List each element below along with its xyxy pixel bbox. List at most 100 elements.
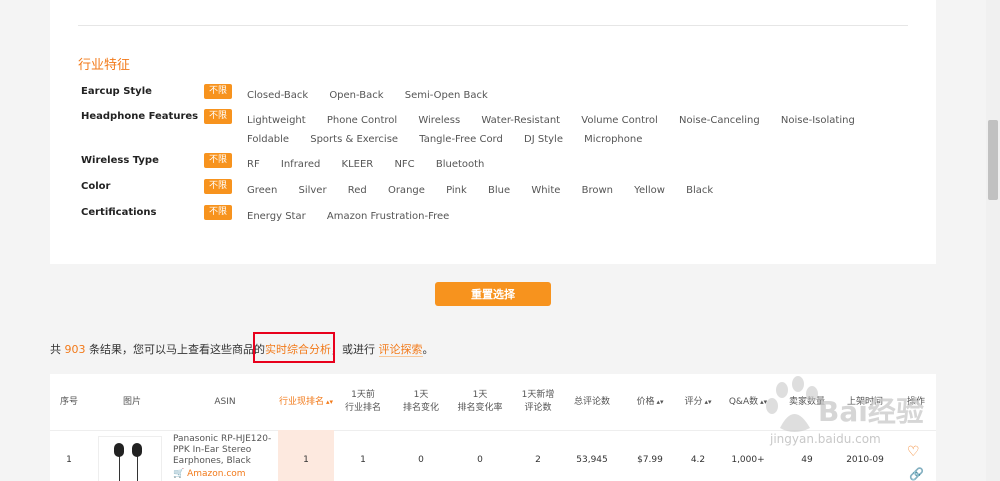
scrollbar-thumb[interactable] bbox=[988, 120, 998, 200]
filter-option[interactable]: Open-Back bbox=[329, 86, 383, 105]
filter-options: Lightweight Phone Control Wireless Water… bbox=[247, 111, 927, 149]
sort-icon[interactable]: ▴▾ bbox=[704, 396, 711, 409]
cell-rank-change-rate: 0 bbox=[477, 455, 483, 465]
result-count: 903 bbox=[64, 343, 86, 356]
cable-line bbox=[137, 455, 138, 481]
unlimited-badge[interactable]: 不限 bbox=[204, 84, 232, 99]
filter-label: Color bbox=[81, 181, 111, 192]
filter-panel: 行业特征 Earcup Style 不限 Closed-Back Open-Ba… bbox=[50, 0, 936, 264]
header-asin: ASIN bbox=[214, 396, 236, 407]
sort-icon[interactable]: ▴▾ bbox=[656, 396, 663, 409]
filter-option[interactable]: Phone Control bbox=[327, 111, 397, 130]
filter-option[interactable]: Semi-Open Back bbox=[405, 86, 488, 105]
filter-option[interactable]: Blue bbox=[488, 181, 510, 200]
filter-option[interactable]: Lightweight bbox=[247, 111, 306, 130]
filter-option[interactable]: Water-Resistant bbox=[481, 111, 560, 130]
filter-options: Closed-Back Open-Back Semi-Open Back bbox=[247, 86, 927, 105]
result-connector: ，或进行 bbox=[331, 343, 375, 356]
unlimited-badge[interactable]: 不限 bbox=[204, 109, 232, 124]
result-prefix: 共 bbox=[50, 343, 61, 356]
link-icon[interactable]: 🔗 bbox=[909, 467, 924, 481]
filter-label: Earcup Style bbox=[81, 86, 152, 97]
earbud-right bbox=[132, 443, 142, 457]
store-name: Amazon.com bbox=[187, 469, 246, 479]
filter-option[interactable]: Tangle-Free Cord bbox=[419, 130, 503, 149]
header-rating: 评分 ▴▾ bbox=[678, 374, 718, 430]
result-middle: 条结果，您可以马上查看这些商品的 bbox=[89, 343, 265, 356]
filter-option[interactable]: Red bbox=[348, 181, 367, 200]
result-suffix: 。 bbox=[422, 343, 434, 356]
filter-option[interactable]: Energy Star bbox=[247, 207, 306, 226]
cell-rank-1d: 1 bbox=[360, 455, 366, 465]
watermark-url: jingyan.baidu.com bbox=[770, 432, 881, 446]
filter-option[interactable]: RF bbox=[247, 155, 260, 174]
cell-new-reviews: 2 bbox=[535, 455, 541, 465]
cell-rank-change: 0 bbox=[418, 455, 424, 465]
header-rank-1d: 1天前 行业排名 bbox=[344, 390, 381, 413]
unlimited-badge[interactable]: 不限 bbox=[204, 153, 232, 168]
header-price: 价格 ▴▾ bbox=[630, 374, 670, 430]
filter-option[interactable]: Noise-Isolating bbox=[781, 111, 855, 130]
header-image: 图片 bbox=[122, 396, 141, 407]
cell-total-reviews: 53,945 bbox=[576, 455, 608, 465]
header-price-label: 价格 bbox=[636, 396, 655, 407]
filter-option[interactable]: Green bbox=[247, 181, 277, 200]
filter-option[interactable]: Pink bbox=[446, 181, 467, 200]
filter-option[interactable]: Bluetooth bbox=[436, 155, 485, 174]
unlimited-badge[interactable]: 不限 bbox=[204, 179, 232, 194]
header-rating-label: 评分 bbox=[684, 396, 703, 407]
filter-option[interactable]: Amazon Frustration-Free bbox=[327, 207, 449, 226]
earbud-left bbox=[114, 443, 124, 457]
divider bbox=[78, 25, 908, 26]
product-title[interactable]: Panasonic RP-HJE120-PPK In-Ear Stereo Ea… bbox=[173, 434, 271, 466]
filter-option[interactable]: Foldable bbox=[247, 130, 289, 149]
filter-option[interactable]: DJ Style bbox=[524, 130, 563, 149]
filter-option[interactable]: White bbox=[531, 181, 560, 200]
filter-option[interactable]: Brown bbox=[582, 181, 613, 200]
header-rank[interactable]: 行业现排名 ▴▾ bbox=[278, 374, 334, 430]
cart-icon: 🛒 bbox=[173, 469, 185, 479]
filter-option[interactable]: Yellow bbox=[634, 181, 665, 200]
header-index: 序号 bbox=[59, 396, 78, 407]
filter-option[interactable]: KLEER bbox=[342, 155, 374, 174]
cell-rating: 4.2 bbox=[690, 455, 706, 465]
annotation-highlight-box bbox=[253, 332, 335, 363]
header-rank-label: 行业现排名 bbox=[278, 396, 324, 407]
section-title: 行业特征 bbox=[78, 58, 131, 73]
filter-option[interactable]: Infrared bbox=[281, 155, 320, 174]
filter-option[interactable]: Orange bbox=[388, 181, 425, 200]
filter-option[interactable]: Closed-Back bbox=[247, 86, 308, 105]
cell-rank: 1 bbox=[303, 455, 309, 465]
sort-icon[interactable]: ▴▾ bbox=[326, 396, 333, 409]
cable-line bbox=[119, 455, 120, 481]
result-summary: 共 903 条结果，您可以马上查看这些商品的实时综合分析，或进行 评论探索。 bbox=[50, 341, 434, 357]
filter-option[interactable]: Wireless bbox=[418, 111, 460, 130]
filter-option[interactable]: Volume Control bbox=[581, 111, 658, 130]
header-rank-change-rate: 1天 排名变化率 bbox=[457, 390, 503, 413]
cell-price: $7.99 bbox=[637, 455, 663, 465]
filter-label: Certifications bbox=[81, 207, 157, 218]
header-new-reviews: 1天新增 评论数 bbox=[521, 390, 555, 413]
filter-option[interactable]: Sports & Exercise bbox=[310, 130, 398, 149]
header-qa-label: Q&A数 bbox=[728, 396, 759, 407]
filter-options: Green Silver Red Orange Pink Blue White … bbox=[247, 181, 927, 200]
watermark-brand: Bai经验 bbox=[818, 395, 924, 428]
store-link[interactable]: 🛒 Amazon.com bbox=[173, 469, 277, 480]
filter-option[interactable]: Microphone bbox=[584, 130, 642, 149]
cell-index: 1 bbox=[66, 455, 72, 465]
filter-option[interactable]: Silver bbox=[298, 181, 326, 200]
header-rank-change: 1天 排名变化 bbox=[402, 390, 439, 413]
unlimited-badge[interactable]: 不限 bbox=[204, 205, 232, 220]
baidu-watermark: Bai经验 jingyan.baidu.com bbox=[760, 370, 960, 460]
reset-button[interactable]: 重置选择 bbox=[435, 282, 551, 306]
page-scrollbar[interactable] bbox=[986, 0, 1000, 481]
filter-option[interactable]: NFC bbox=[394, 155, 414, 174]
product-thumbnail[interactable] bbox=[98, 436, 162, 481]
filter-label: Wireless Type bbox=[81, 155, 159, 166]
header-total-reviews: 总评论数 bbox=[573, 396, 610, 407]
filter-option[interactable]: Black bbox=[686, 181, 713, 200]
filter-options: Energy Star Amazon Frustration-Free bbox=[247, 207, 927, 226]
filter-option[interactable]: Noise-Canceling bbox=[679, 111, 760, 130]
product-title-cell: Panasonic RP-HJE120-PPK In-Ear Stereo Ea… bbox=[173, 434, 277, 480]
review-explore-link[interactable]: 评论探索 bbox=[378, 343, 423, 357]
